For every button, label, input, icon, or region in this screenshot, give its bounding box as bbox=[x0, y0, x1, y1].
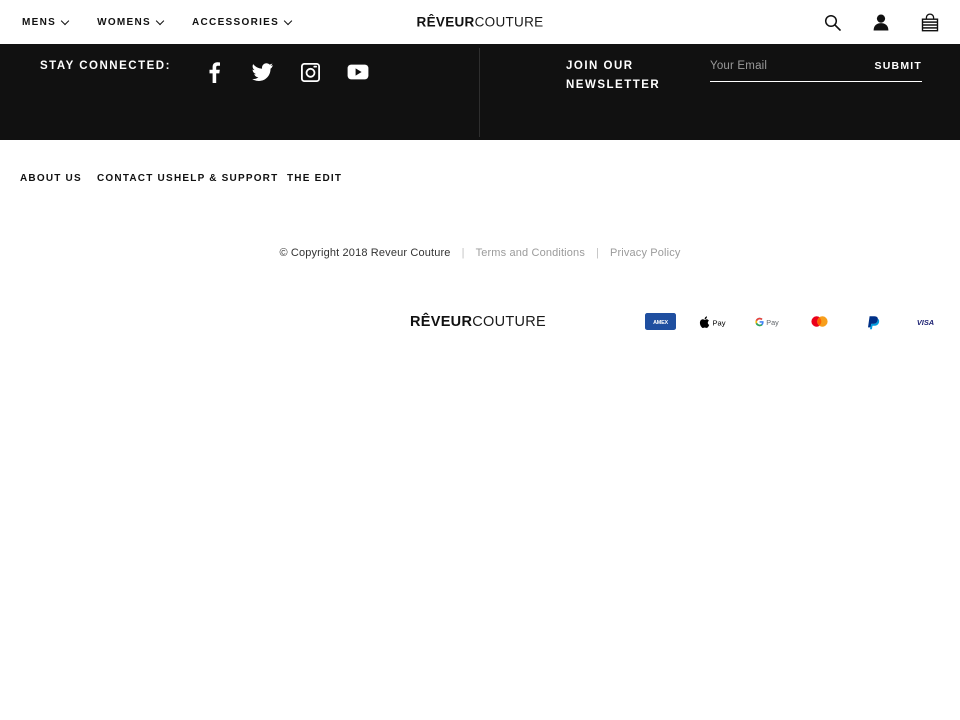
submit-button[interactable]: SUBMIT bbox=[875, 60, 922, 72]
logo-bold: RÊVEUR bbox=[410, 314, 473, 330]
google-pay-badge: Pay bbox=[751, 313, 782, 330]
payment-methods: AMEX Pay Pay VISA bbox=[645, 313, 941, 330]
footer-link-the-edit[interactable]: THE EDIT bbox=[287, 170, 364, 188]
band-divider bbox=[479, 48, 480, 137]
copyright-separator: | bbox=[595, 247, 599, 259]
header-actions bbox=[822, 12, 940, 32]
logo-light: COUTURE bbox=[472, 314, 547, 330]
footer-links: ABOUT US CONTACT US HELP & SUPPORT THE E… bbox=[20, 170, 364, 188]
privacy-link[interactable]: Privacy Policy bbox=[610, 247, 681, 259]
nav-item-mens[interactable]: MENS bbox=[22, 17, 69, 28]
youtube-icon[interactable] bbox=[346, 60, 370, 84]
facebook-icon[interactable] bbox=[202, 60, 226, 84]
svg-text:Pay: Pay bbox=[712, 318, 725, 327]
visa-badge: VISA bbox=[910, 313, 941, 330]
copyright-text: © Copyright 2018 Reveur Couture bbox=[279, 247, 451, 259]
instagram-icon[interactable] bbox=[298, 60, 322, 84]
nav-item-label: ACCESSORIES bbox=[192, 16, 280, 28]
terms-link[interactable]: Terms and Conditions bbox=[476, 247, 585, 259]
apple-pay-badge: Pay bbox=[698, 313, 729, 330]
chevron-down-icon bbox=[157, 18, 164, 25]
footer-logo[interactable]: RÊVEURCOUTURE bbox=[410, 314, 546, 330]
header-logo[interactable]: RÊVEURCOUTURE bbox=[417, 15, 544, 30]
nav-item-label: MENS bbox=[22, 16, 57, 28]
mastercard-badge bbox=[804, 313, 835, 330]
nav-item-label: WOMENS bbox=[97, 16, 152, 28]
nav-item-womens[interactable]: WOMENS bbox=[97, 17, 164, 28]
site-header: MENS WOMENS ACCESSORIES RÊVEURCOUTURE bbox=[0, 0, 960, 44]
account-icon[interactable] bbox=[871, 12, 891, 32]
basket-icon[interactable] bbox=[920, 12, 940, 32]
footer-main: ABOUT US CONTACT US HELP & SUPPORT THE E… bbox=[0, 140, 960, 330]
footer-link-about-us[interactable]: ABOUT US bbox=[20, 170, 97, 188]
email-input[interactable] bbox=[710, 60, 830, 72]
connect-newsletter-band: STAY CONNECTED: JOIN OUR NEWSLETTER Your… bbox=[0, 44, 960, 140]
copyright-separator: | bbox=[461, 247, 465, 259]
svg-text:AMEX: AMEX bbox=[653, 320, 668, 326]
social-links bbox=[202, 57, 370, 84]
newsletter-section: JOIN OUR NEWSLETTER SUBMIT bbox=[479, 44, 960, 140]
chevron-down-icon bbox=[285, 18, 292, 25]
copyright-bar: © Copyright 2018 Reveur Couture | Terms … bbox=[0, 236, 960, 270]
nav-item-accessories[interactable]: ACCESSORIES bbox=[192, 17, 292, 28]
footer-link-help-support[interactable]: HELP & SUPPORT bbox=[174, 170, 287, 188]
newsletter-form: SUBMIT bbox=[710, 57, 922, 82]
svg-text:Pay: Pay bbox=[766, 318, 779, 327]
newsletter-title: JOIN OUR NEWSLETTER bbox=[566, 60, 661, 91]
amex-badge: AMEX bbox=[645, 313, 676, 330]
search-icon[interactable] bbox=[822, 12, 842, 32]
twitter-icon[interactable] bbox=[250, 60, 274, 84]
newsletter-input-row: SUBMIT bbox=[710, 60, 922, 82]
logo-light: COUTURE bbox=[474, 14, 544, 30]
stay-connected-title: STAY CONNECTED: bbox=[40, 60, 171, 72]
logo-text: RÊVEURCOUTURE bbox=[417, 15, 544, 30]
stay-connected-section: STAY CONNECTED: bbox=[0, 44, 479, 140]
footer-link-contact-us[interactable]: CONTACT US bbox=[97, 170, 174, 188]
logo-bold: RÊVEUR bbox=[416, 14, 475, 30]
primary-nav: MENS WOMENS ACCESSORIES bbox=[22, 17, 292, 28]
logo-text: RÊVEURCOUTURE bbox=[410, 314, 546, 330]
chevron-down-icon bbox=[62, 18, 69, 25]
paypal-badge bbox=[857, 313, 888, 330]
svg-text:VISA: VISA bbox=[917, 318, 934, 327]
